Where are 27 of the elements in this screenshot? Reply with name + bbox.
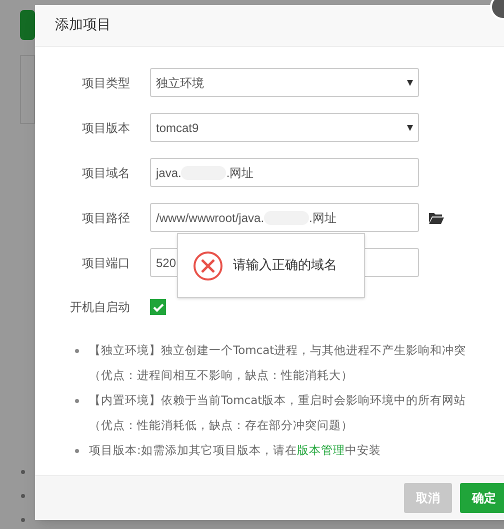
field-label: 项目端口 [81, 254, 130, 272]
bullet-icon [75, 349, 79, 353]
field-label: 项目类型 [81, 74, 130, 92]
autostart-checkbox[interactable] [150, 299, 166, 315]
dialog-title: 添加项目 [55, 16, 111, 35]
input-field[interactable]: /www/wwwroot/java. .网址 [150, 203, 419, 232]
dropdown-icon [407, 80, 413, 86]
bullet-icon [21, 470, 25, 474]
select-field[interactable]: tomcat9 [150, 113, 419, 142]
field-label: 项目域名 [81, 164, 130, 182]
error-icon [193, 250, 223, 280]
folder-icon[interactable] [429, 212, 444, 224]
select-field[interactable]: 独立环境 [150, 68, 419, 97]
bullet-icon [21, 494, 25, 498]
bullet-icon [75, 449, 79, 453]
note-text: 项目版本:如需添加其它项目版本，请在版本管理中安装 [89, 443, 381, 457]
check-icon [152, 302, 164, 312]
error-message: 请输入正确的域名 [233, 256, 337, 275]
field-label: 项目路径 [81, 210, 130, 226]
input-field[interactable]: java. .网址 [150, 158, 419, 187]
bullet-icon [75, 399, 79, 403]
note-text: 【内置环境】依赖于当前Tomcat版本，重启时会影响环境中的所有网站（优点：性能消耗低，缺点：存在部分冲突问题） [89, 393, 466, 432]
bullet-icon [21, 518, 25, 522]
autostart-label: 开机自启动 [69, 299, 130, 316]
dropdown-icon [407, 124, 413, 130]
field-label: 项目版本 [81, 120, 130, 136]
note-text: 【独立环境】独立创建一个Tomcat进程，与其他进程不产生影响和冲突（优点：进程间相互不影响，缺点：性能消耗大） [89, 343, 466, 382]
